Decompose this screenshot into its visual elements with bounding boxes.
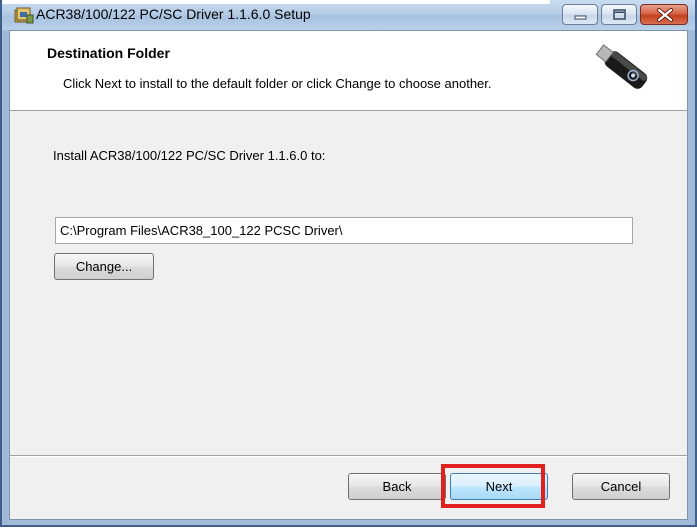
install-location-label: Install ACR38/100/122 PC/SC Driver 1.1.6… <box>53 148 326 163</box>
maximize-button[interactable] <box>601 4 637 25</box>
usb-token-logo <box>595 39 657 101</box>
page-subtitle: Click Next to install to the default fol… <box>63 76 492 91</box>
cancel-button[interactable]: Cancel <box>572 473 670 500</box>
installer-icon <box>14 6 34 24</box>
title-bar-strip <box>2 0 550 4</box>
minimize-button[interactable] <box>562 4 598 25</box>
next-button[interactable]: Next <box>450 473 548 500</box>
footer-divider <box>10 455 687 457</box>
dialog-header: Destination Folder Click Next to install… <box>10 31 687 111</box>
title-bar[interactable]: ACR38/100/122 PC/SC Driver 1.1.6.0 Setup <box>2 0 695 30</box>
change-button[interactable]: Change... <box>54 253 154 280</box>
page-title: Destination Folder <box>47 45 170 61</box>
back-button[interactable]: Back <box>348 473 446 500</box>
close-button[interactable] <box>640 4 688 25</box>
setup-window: ACR38/100/122 PC/SC Driver 1.1.6.0 Setup <box>0 0 697 527</box>
dialog-body: Destination Folder Click Next to install… <box>9 30 688 520</box>
install-path-field[interactable] <box>55 217 633 244</box>
window-title: ACR38/100/122 PC/SC Driver 1.1.6.0 Setup <box>36 6 311 22</box>
